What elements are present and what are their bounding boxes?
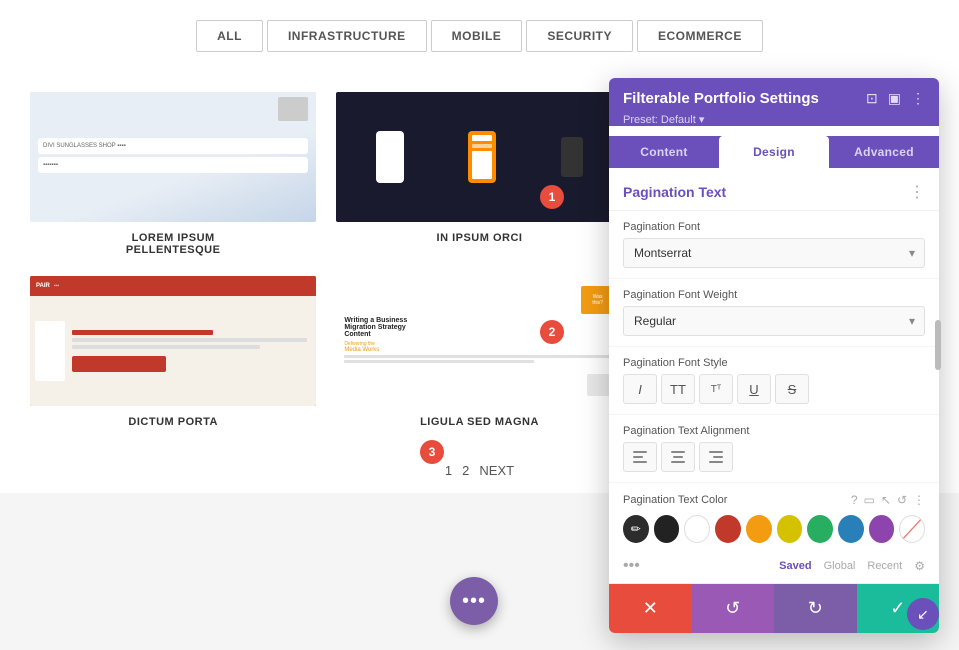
- panel-icon-more[interactable]: ⋮: [911, 90, 925, 107]
- pagination-next[interactable]: NEXT: [479, 463, 514, 478]
- list-item: DIVI SUNGLASSES SHOP ▪▪▪▪ ▪▪▪▪▪▪▪ LOREM …: [30, 92, 316, 256]
- badge-3: 3: [420, 440, 444, 464]
- saved-global-row: ••• Saved Global Recent ⚙: [609, 553, 939, 583]
- portfolio-thumb-2: [336, 92, 622, 222]
- panel-icon-layout[interactable]: ▣: [888, 90, 901, 107]
- pagination-style-row: Pagination Font Style I TT Tᵀ U S: [609, 347, 939, 415]
- panel-preset[interactable]: Preset: Default ▾: [623, 113, 925, 126]
- filter-tab-ecommerce[interactable]: ECOMMERCE: [637, 20, 763, 52]
- pagination-font-row: Pagination Font Montserrat Open Sans Rob…: [609, 211, 939, 279]
- edit-pencil-icon: ✏: [631, 522, 641, 536]
- pagination-color-row: Pagination Text Color ? ▭ ↖ ↺ ⋮: [609, 483, 939, 511]
- pagination-color-label: Pagination Text Color: [623, 494, 847, 506]
- color-swatch-blue[interactable]: [838, 515, 864, 543]
- tab-content[interactable]: Content: [609, 136, 719, 168]
- list-item: Writing a BusinessMigration StrategyCont…: [336, 276, 622, 428]
- panel-footer: ✕ ↺ ↻ ✓: [609, 583, 939, 633]
- filter-tabs-bar: ALL INFRASTRUCTURE MOBILE SECURITY ECOMM…: [0, 0, 959, 72]
- tab-advanced[interactable]: Advanced: [829, 136, 939, 168]
- panel-title: Filterable Portfolio Settings: [623, 90, 819, 107]
- pagination-weight-row: Pagination Font Weight Regular Bold Ligh…: [609, 279, 939, 347]
- color-swatch-white[interactable]: [684, 515, 710, 543]
- settings-panel: Filterable Portfolio Settings ⊡ ▣ ⋮ Pres…: [609, 78, 939, 633]
- pagination-style-label: Pagination Font Style: [623, 357, 925, 369]
- reset-button[interactable]: ↺: [692, 584, 775, 633]
- cancel-button[interactable]: ✕: [609, 584, 692, 633]
- color-more-icon[interactable]: ⋮: [913, 493, 925, 507]
- badge-1: 1: [540, 185, 564, 209]
- portfolio-thumb-4: PAIR ▪▪▪: [30, 276, 316, 406]
- portfolio-title: LIGULA SED MAGNA: [420, 416, 539, 428]
- panel-tabs: Content Design Advanced: [609, 136, 939, 168]
- color-swatch-none[interactable]: [899, 515, 925, 543]
- color-swatch-orange[interactable]: [746, 515, 772, 543]
- portfolio-thumb-1: DIVI SUNGLASSES SHOP ▪▪▪▪ ▪▪▪▪▪▪▪: [30, 92, 316, 222]
- fab-dots-icon: •••: [462, 590, 486, 613]
- align-center[interactable]: [661, 442, 695, 472]
- color-device-icon[interactable]: ▭: [864, 493, 875, 507]
- color-swatches: ✏: [609, 511, 939, 553]
- settings-gear-icon[interactable]: ⚙: [914, 559, 925, 573]
- color-reset-icon[interactable]: ↺: [897, 493, 907, 507]
- filter-tab-all[interactable]: ALL: [196, 20, 263, 52]
- filter-tab-infrastructure[interactable]: INFRASTRUCTURE: [267, 20, 427, 52]
- font-style-underline[interactable]: U: [737, 374, 771, 404]
- color-cursor-icon[interactable]: ↖: [881, 493, 891, 507]
- more-dots-icon[interactable]: •••: [623, 557, 640, 575]
- color-swatch-red[interactable]: [715, 515, 741, 543]
- badge-2: 2: [540, 320, 564, 344]
- font-style-italic[interactable]: I: [623, 374, 657, 404]
- section-menu-icon[interactable]: ⋮: [909, 182, 925, 202]
- pagination-page-1[interactable]: 1: [445, 463, 452, 478]
- panel-header: Filterable Portfolio Settings ⊡ ▣ ⋮ Pres…: [609, 78, 939, 126]
- corner-arrow-icon: ↙: [917, 606, 929, 623]
- pagination-weight-label: Pagination Font Weight: [623, 289, 925, 301]
- color-swatch-edit[interactable]: ✏: [623, 515, 649, 543]
- pagination-font-select[interactable]: Montserrat Open Sans Roboto: [623, 238, 925, 268]
- align-right[interactable]: [699, 442, 733, 472]
- portfolio-title: IN IPSUM ORCI: [437, 232, 523, 244]
- filter-tab-security[interactable]: SECURITY: [526, 20, 633, 52]
- corner-action-icon[interactable]: ↙: [907, 598, 939, 630]
- pagination-weight-select[interactable]: Regular Bold Light: [623, 306, 925, 336]
- portfolio-title: DICTUM PORTA: [128, 416, 218, 428]
- font-style-uppercase[interactable]: TT: [661, 374, 695, 404]
- pagination-align-row: Pagination Text Alignment: [609, 415, 939, 483]
- color-swatch-black[interactable]: [654, 515, 680, 543]
- redo-button[interactable]: ↻: [774, 584, 857, 633]
- global-tab[interactable]: Global: [824, 560, 856, 572]
- pagination-page-2[interactable]: 2: [462, 463, 469, 478]
- panel-body: Pagination Text ⋮ Pagination Font Montse…: [609, 168, 939, 583]
- color-swatch-green[interactable]: [807, 515, 833, 543]
- pagination-font-label: Pagination Font: [623, 221, 925, 233]
- list-item: PAIR ▪▪▪ DICTUM PORTA: [30, 276, 316, 428]
- fab-button[interactable]: •••: [450, 577, 498, 625]
- color-swatch-yellow[interactable]: [777, 515, 803, 543]
- panel-icon-eye[interactable]: ⊡: [866, 90, 878, 107]
- font-style-strikethrough[interactable]: S: [775, 374, 809, 404]
- tab-design[interactable]: Design: [719, 136, 829, 168]
- font-style-capitalize[interactable]: Tᵀ: [699, 374, 733, 404]
- list-item: IN IPSUM ORCI: [336, 92, 622, 256]
- pagination-align-label: Pagination Text Alignment: [623, 425, 925, 437]
- color-help-icon[interactable]: ?: [851, 493, 858, 507]
- align-left[interactable]: [623, 442, 657, 472]
- saved-tab[interactable]: Saved: [779, 560, 811, 572]
- portfolio-title: LOREM IPSUMPELLENTESQUE: [126, 232, 221, 256]
- scrollbar-track: [935, 320, 941, 370]
- color-swatch-purple[interactable]: [869, 515, 895, 543]
- portfolio-thumb-5: Writing a BusinessMigration StrategyCont…: [336, 276, 622, 406]
- recent-tab[interactable]: Recent: [867, 560, 902, 572]
- filter-tab-mobile[interactable]: MOBILE: [431, 20, 523, 52]
- section-title: Pagination Text: [623, 184, 726, 200]
